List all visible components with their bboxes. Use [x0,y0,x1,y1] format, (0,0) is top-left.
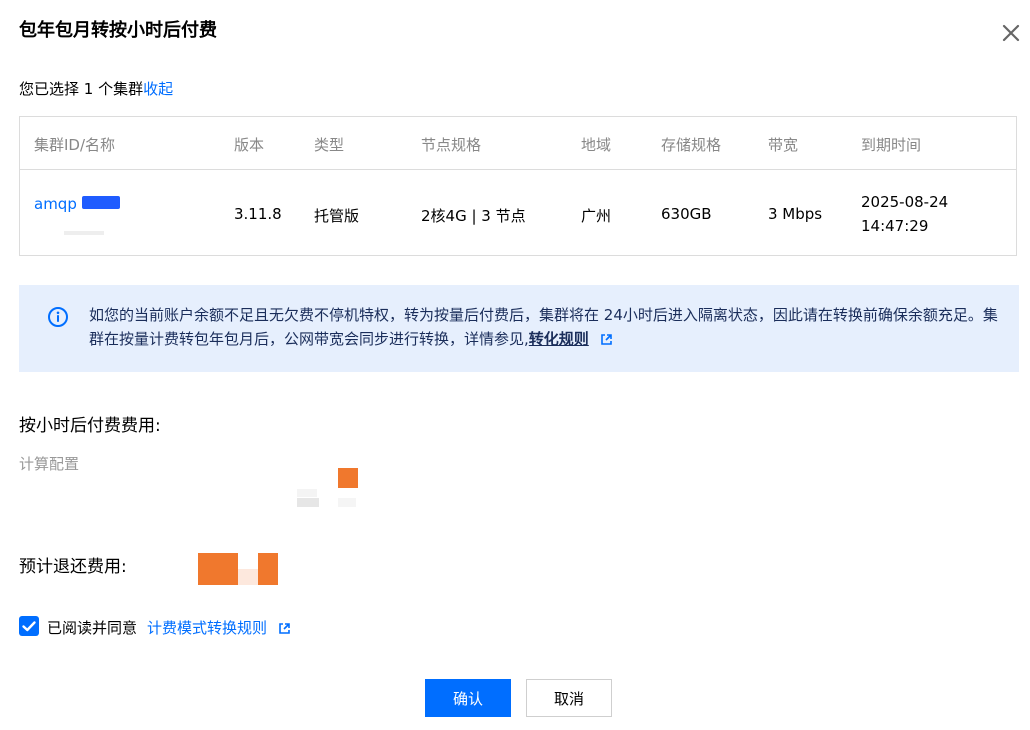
notice-text-block: 如您的当前账户余额不足且无欠费不停机特权，转为按量后付费后，集群将在 24小时后… [89,303,999,351]
redacted-cluster-name [64,231,104,235]
confirm-button[interactable]: 确认 [425,679,511,717]
column-header-bandwidth: 带宽 [768,136,799,154]
refund-amount-separator [238,569,258,585]
external-link-icon [278,623,290,634]
conversion-rules-link[interactable]: 转化规则 [529,330,589,348]
close-icon [1002,24,1020,42]
column-header-version: 版本 [234,136,265,154]
cell-expire-date: 2025-08-24 [861,193,949,211]
billing-conversion-rules-link[interactable]: 计费模式转换规则 [147,617,291,638]
compute-price-unit-2 [338,498,356,507]
selection-summary: 您已选择 1 个集群收起 [19,78,173,99]
table-header: 集群ID/名称 版本 类型 节点规格 地域 存储规格 带宽 到期时间 [20,117,1016,170]
column-header-storage: 存储规格 [661,136,722,154]
redacted-cluster-id [82,196,120,209]
cell-bandwidth: 3 Mbps [768,205,823,223]
compute-price-detail [297,489,317,497]
compute-price-value [338,468,358,488]
cell-version: 3.11.8 [234,205,282,223]
external-link-icon[interactable] [600,333,613,346]
info-icon [48,307,68,327]
close-button[interactable] [998,20,1024,46]
cell-expire-time: 14:47:29 [861,217,929,235]
cluster-id-link[interactable]: amqp [34,195,77,213]
column-header-expire-time: 到期时间 [861,136,922,154]
column-header-type: 类型 [314,136,345,154]
billing-conversion-rules-text: 计费模式转换规则 [147,619,268,637]
compute-config-label: 计算配置 [19,455,80,473]
cell-storage: 630GB [661,205,712,223]
column-header-region: 地域 [581,136,612,154]
checkmark-icon [22,621,36,632]
refund-amount-value [198,553,238,585]
cell-type: 托管版 [314,207,360,225]
notice-banner: 如您的当前账户余额不足且无欠费不停机特权，转为按量后付费后，集群将在 24小时后… [19,285,1019,372]
agreement-checkbox[interactable] [19,616,39,636]
column-header-cluster-id: 集群ID/名称 [34,136,116,154]
cell-region: 广州 [581,207,612,225]
cancel-button[interactable]: 取消 [526,679,612,717]
cluster-table: 集群ID/名称 版本 类型 节点规格 地域 存储规格 带宽 到期时间 amqp … [19,116,1017,256]
selection-count-text: 您已选择 1 个集群 [19,80,144,98]
collapse-link[interactable]: 收起 [143,80,173,98]
agreement-label: 已阅读并同意 [47,619,138,637]
cell-node-spec: 2核4G | 3 节点 [421,207,526,225]
refund-fee-title: 预计退还费用: [19,557,127,577]
refund-amount-decimal [258,553,278,585]
compute-price-unit [297,498,319,507]
dialog-title: 包年包月转按小时后付费 [19,20,217,41]
hourly-fee-title: 按小时后付费费用: [19,416,161,436]
column-header-node-spec: 节点规格 [421,136,482,154]
